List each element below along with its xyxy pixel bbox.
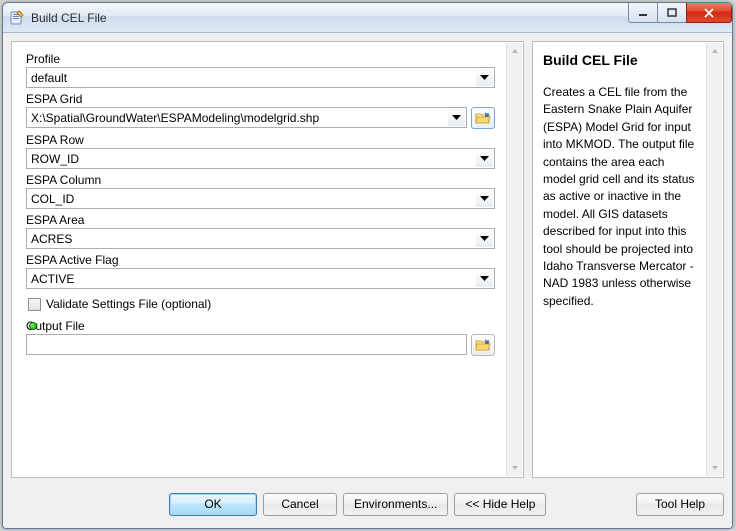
- espa-active-value: ACTIVE: [31, 272, 74, 286]
- espa-row-value: ROW_ID: [31, 152, 79, 166]
- help-title: Build CEL File: [543, 52, 713, 68]
- espa-row-label: ESPA Row: [26, 131, 495, 148]
- hide-help-button[interactable]: << Hide Help: [454, 493, 546, 516]
- output-file-label: Output File: [26, 317, 495, 334]
- chevron-down-icon[interactable]: [476, 230, 493, 247]
- window-title: Build CEL File: [31, 11, 107, 25]
- validate-label: Validate Settings File (optional): [46, 297, 211, 311]
- profile-combo[interactable]: default: [26, 67, 495, 88]
- output-file-input[interactable]: [26, 334, 467, 355]
- cancel-button[interactable]: Cancel: [263, 493, 337, 516]
- espa-active-combo[interactable]: ACTIVE: [26, 268, 495, 289]
- dialog-window: Build CEL File: [2, 2, 733, 529]
- chevron-down-icon[interactable]: [476, 69, 493, 86]
- espa-grid-label: ESPA Grid: [26, 90, 495, 107]
- espa-column-value: COL_ID: [31, 192, 74, 206]
- espa-area-label: ESPA Area: [26, 211, 495, 228]
- espa-active-label: ESPA Active Flag: [26, 251, 495, 268]
- tool-help-button[interactable]: Tool Help: [636, 493, 724, 516]
- espa-grid-browse-button[interactable]: [471, 107, 495, 129]
- button-row: OK Cancel Environments... << Hide Help T…: [3, 486, 732, 528]
- profile-value: default: [31, 71, 67, 85]
- scroll-down-icon[interactable]: [707, 460, 723, 476]
- environments-button[interactable]: Environments...: [343, 493, 448, 516]
- profile-label: Profile: [26, 50, 495, 67]
- help-body: Creates a CEL file from the Eastern Snak…: [543, 84, 713, 310]
- minimize-button[interactable]: [628, 3, 658, 23]
- espa-grid-value: X:\Spatial\GroundWater\ESPAModeling\mode…: [31, 111, 319, 125]
- close-button[interactable]: [686, 3, 732, 23]
- chevron-down-icon[interactable]: [476, 190, 493, 207]
- required-marker-icon: [29, 322, 37, 330]
- chevron-down-icon[interactable]: [476, 270, 493, 287]
- scroll-down-icon[interactable]: [507, 460, 523, 476]
- espa-area-combo[interactable]: ACRES: [26, 228, 495, 249]
- espa-column-label: ESPA Column: [26, 171, 495, 188]
- parameters-panel: Profile default ESPA Grid X:\Spa: [11, 41, 524, 478]
- chevron-down-icon[interactable]: [448, 109, 465, 126]
- ok-button[interactable]: OK: [169, 493, 257, 516]
- app-icon: [9, 10, 25, 26]
- maximize-button[interactable]: [657, 3, 687, 23]
- espa-grid-combo[interactable]: X:\Spatial\GroundWater\ESPAModeling\mode…: [26, 107, 467, 128]
- help-scrollbar[interactable]: [706, 43, 722, 476]
- client-area: Profile default ESPA Grid X:\Spa: [3, 33, 732, 528]
- espa-area-value: ACRES: [31, 232, 72, 246]
- scroll-up-icon[interactable]: [707, 43, 723, 59]
- window-buttons: [629, 3, 732, 23]
- validate-checkbox[interactable]: [28, 298, 41, 311]
- content-row: Profile default ESPA Grid X:\Spa: [3, 33, 732, 486]
- espa-row-combo[interactable]: ROW_ID: [26, 148, 495, 169]
- espa-column-combo[interactable]: COL_ID: [26, 188, 495, 209]
- help-panel: Build CEL File Creates a CEL file from t…: [532, 41, 724, 478]
- output-file-browse-button[interactable]: [471, 334, 495, 356]
- chevron-down-icon[interactable]: [476, 150, 493, 167]
- titlebar[interactable]: Build CEL File: [3, 3, 732, 33]
